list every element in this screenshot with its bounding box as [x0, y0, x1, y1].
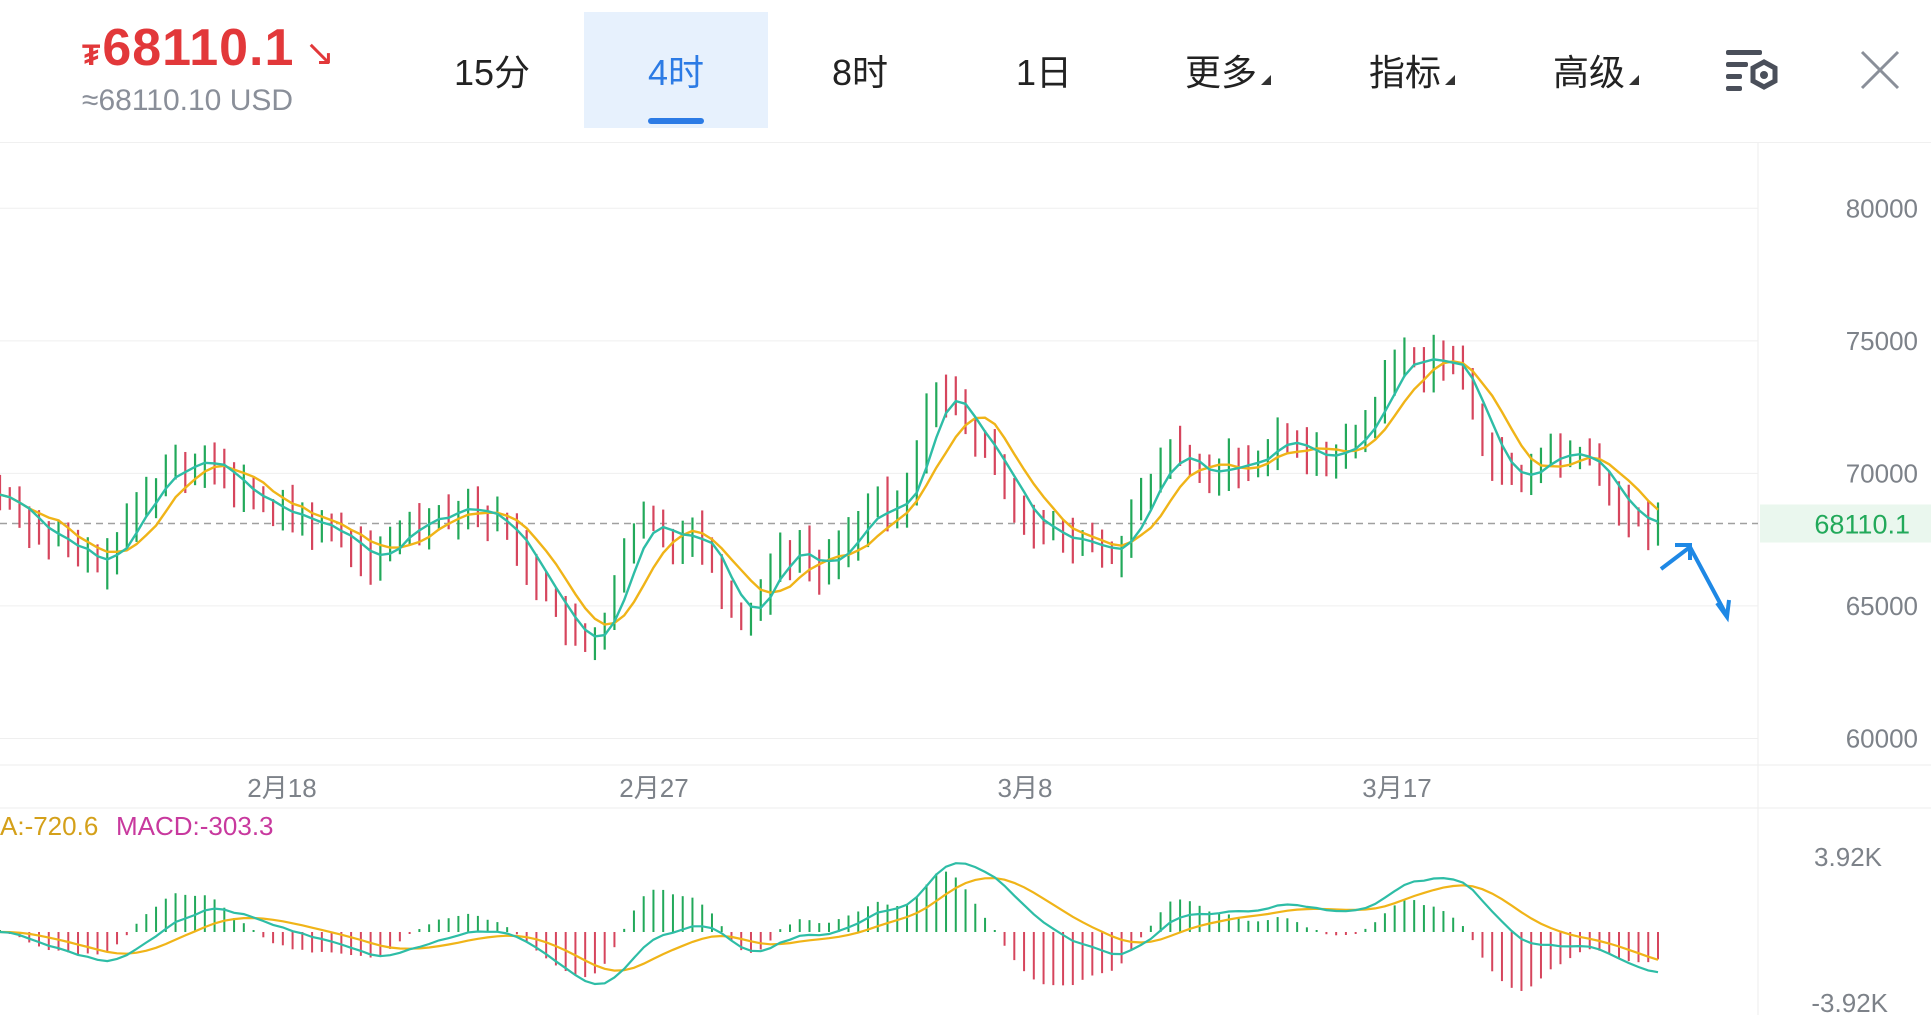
time-axis: 2月18 2月27 3月8 3月17 [247, 773, 1431, 803]
y-tick-label: 60000 [1846, 723, 1918, 753]
timeframe-tabs: 15分 4时 8时 1日 更多 指标 高级 [400, 12, 1688, 128]
price-block: ₮ 68110.1 ↘ ≈68110.10 USD [82, 18, 335, 118]
macd-tick-label: 3.92K [1814, 842, 1883, 872]
x-tick-label: 2月18 [247, 773, 316, 803]
tab-1d[interactable]: 1日 [952, 12, 1136, 128]
ma-fast-line [0, 358, 1659, 638]
current-price: 68110.1 [102, 19, 295, 77]
ma-slow-line [0, 360, 1659, 626]
caret-icon [1445, 75, 1455, 85]
tab-advanced[interactable]: 高级 [1504, 12, 1688, 128]
caret-icon [1261, 75, 1271, 85]
y-tick-label: 75000 [1846, 326, 1918, 356]
x-tick-label: 2月27 [619, 773, 688, 803]
top-bar: ₮ 68110.1 ↘ ≈68110.10 USD 15分 4时 8时 1日 更… [0, 0, 1931, 142]
tab-4h[interactable]: 4时 [584, 12, 768, 128]
macd-panel: A:-720.6 MACD:-303.3 3.92K -3.92K [0, 811, 1889, 1015]
x-tick-label: 3月8 [998, 773, 1053, 803]
macd-value-label: MACD:-303.3 [116, 811, 274, 841]
currency-symbol: ₮ [82, 39, 101, 72]
caret-icon [1629, 75, 1639, 85]
macd-dea-label: A:-720.6 [0, 811, 98, 841]
price-main: ₮ 68110.1 ↘ [82, 18, 335, 78]
tab-more[interactable]: 更多 [1136, 12, 1320, 128]
chart-area[interactable]: 80000 75000 70000 65000 60000 68110.1 2月18 2月2… [0, 0, 1931, 1015]
price-axis: 80000 75000 70000 65000 60000 68110.1 [1760, 193, 1931, 753]
tab-indicators[interactable]: 指标 [1320, 12, 1504, 128]
tab-8h[interactable]: 8时 [768, 12, 952, 128]
close-icon[interactable] [1858, 48, 1902, 92]
trend-down-icon: ↘ [304, 32, 335, 73]
macd-tick-label: -3.92K [1811, 988, 1888, 1015]
moving-average-lines [0, 358, 1659, 638]
x-tick-label: 3月17 [1362, 773, 1431, 803]
y-tick-label: 70000 [1846, 458, 1918, 488]
topbar-divider [0, 142, 1931, 143]
tab-15m[interactable]: 15分 [400, 12, 584, 128]
y-tick-label: 80000 [1846, 193, 1918, 223]
chart-settings-icon[interactable] [1726, 48, 1780, 96]
candlestick-series [0, 334, 1660, 661]
y-tick-label: 65000 [1846, 591, 1918, 621]
current-price-label: 68110.1 [1814, 509, 1910, 539]
usd-equivalent: ≈68110.10 USD [82, 84, 294, 117]
